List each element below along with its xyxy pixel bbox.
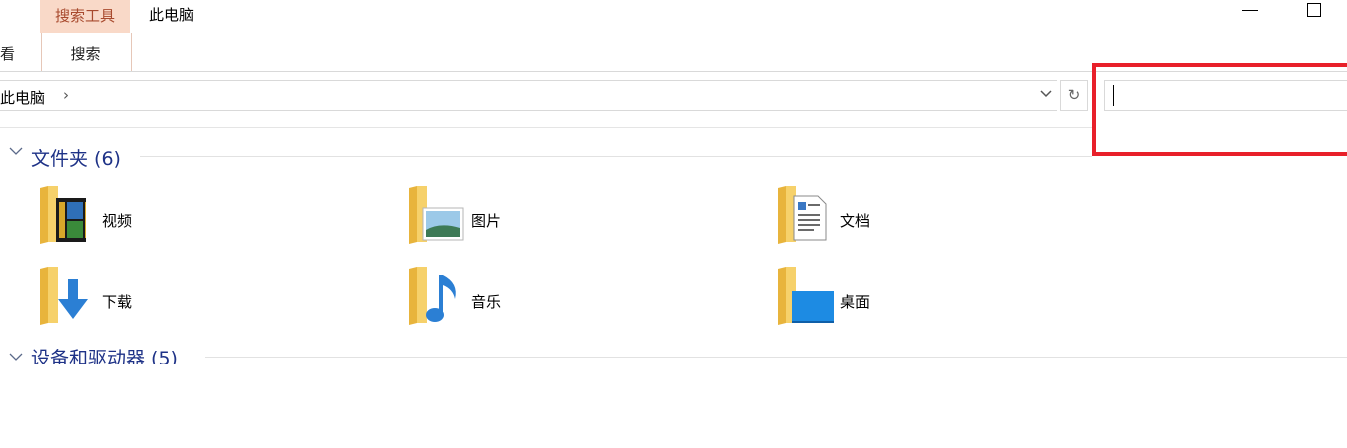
folder-label: 下载 <box>102 293 133 311</box>
desktop-folder-icon <box>778 267 834 325</box>
group-title-folders[interactable]: 文件夹 (6) <box>31 144 121 171</box>
group-divider <box>140 156 1092 157</box>
highlight-box <box>1092 63 1347 156</box>
music-folder-icon <box>409 267 456 325</box>
breadcrumb-this-pc[interactable]: 此电脑 <box>0 87 45 108</box>
folder-label: 桌面 <box>840 293 871 311</box>
maximize-button[interactable] <box>1307 3 1321 17</box>
folder-label: 视频 <box>102 212 133 230</box>
refresh-icon: ↻ <box>1067 86 1081 104</box>
videos-folder-icon <box>40 186 86 244</box>
devices-group-header[interactable]: 设备和驱动器 (5) <box>0 344 1347 364</box>
minimize-button[interactable] <box>1242 10 1258 11</box>
address-bar[interactable] <box>0 80 1057 111</box>
documents-folder-icon <box>778 186 827 244</box>
group-title-devices[interactable]: 设备和驱动器 (5) <box>31 344 178 364</box>
breadcrumb-chevron-icon[interactable]: › <box>63 86 69 104</box>
contextual-tab-search-tools[interactable]: 搜索工具 <box>40 5 130 26</box>
tab-search[interactable]: 搜索 <box>41 43 130 64</box>
address-dropdown-icon[interactable] <box>1036 84 1056 108</box>
folder-item-videos[interactable]: 视频 <box>38 184 338 254</box>
folder-item-documents[interactable]: 文档 <box>776 184 1076 254</box>
folder-item-desktop[interactable]: 桌面 <box>776 265 1076 335</box>
refresh-button[interactable]: ↻ <box>1060 80 1088 111</box>
window-title: 此电脑 <box>149 6 195 24</box>
folder-label: 音乐 <box>471 293 502 311</box>
group-collapse-icon[interactable] <box>9 145 23 161</box>
address-divider <box>0 127 1092 128</box>
tab-view[interactable]: 看 <box>0 43 15 64</box>
folder-item-music[interactable]: 音乐 <box>407 265 707 335</box>
folder-item-pictures[interactable]: 图片 <box>407 184 707 254</box>
folder-label: 图片 <box>471 212 502 230</box>
group-collapse-icon[interactable] <box>9 351 23 364</box>
pictures-folder-icon <box>409 186 464 244</box>
folder-item-downloads[interactable]: 下载 <box>38 265 338 335</box>
downloads-folder-icon <box>40 267 88 325</box>
group-divider <box>205 357 1347 358</box>
folder-label: 文档 <box>840 212 871 230</box>
